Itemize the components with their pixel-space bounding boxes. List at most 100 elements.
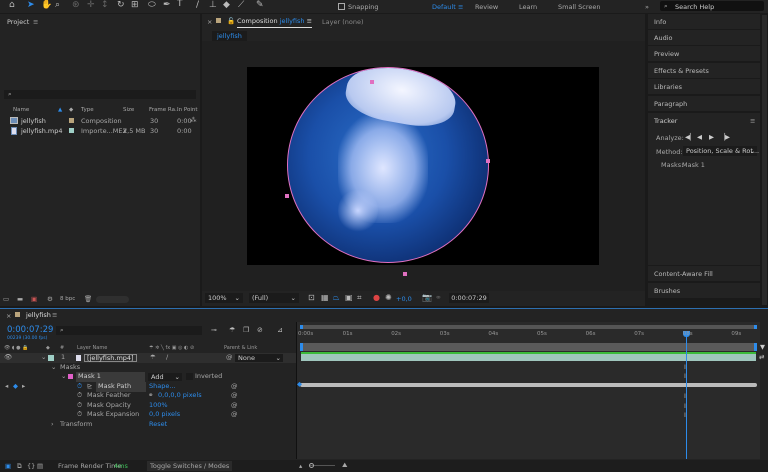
anchor-tool-icon[interactable]: ⊞ — [131, 1, 139, 10]
mask-vertex-right[interactable] — [486, 159, 490, 163]
channels-icon[interactable]: ● — [373, 294, 380, 302]
search-help-input[interactable]: ⌕ Search Help — [660, 1, 764, 11]
work-area-bar[interactable] — [300, 343, 757, 351]
time-graph[interactable]: I I ◆ I I I — [296, 322, 760, 459]
workspace-learn[interactable]: Learn — [519, 3, 537, 11]
eraser-tool-icon[interactable]: ◆ — [223, 1, 230, 10]
text-tool-icon[interactable]: T — [177, 0, 183, 9]
project-search-input[interactable]: ⌕ — [4, 90, 196, 99]
flowchart-icon[interactable]: ⁂ — [190, 116, 197, 124]
in-out-icon[interactable]: {} — [27, 462, 35, 470]
project-item-jellyfish[interactable]: jellyfish Composition 30 0:00 ⁂ — [0, 116, 200, 126]
settings-icon[interactable]: ⚙ — [47, 295, 53, 303]
analyze-backward-icon[interactable]: ◀▏ — [685, 133, 695, 141]
interpret-footage-icon[interactable]: ▭ — [3, 295, 9, 303]
col-name[interactable]: Name — [13, 107, 29, 113]
clone-stamp-icon[interactable]: ⊥ — [209, 1, 217, 10]
layer-label-swatch[interactable] — [48, 355, 54, 361]
ellipse-tool-icon[interactable]: ⬭ — [148, 1, 156, 10]
layer-switches-icon[interactable]: ▣ — [5, 462, 11, 470]
zoom-in-icon[interactable]: ⛰ — [342, 461, 347, 470]
new-folder-icon[interactable]: ▬ — [17, 295, 23, 303]
hand-tool-icon[interactable]: ✋ — [41, 1, 52, 10]
brush-tool-icon[interactable]: / — [196, 1, 199, 10]
work-area-navigator[interactable] — [300, 325, 757, 329]
frame-blending-icon[interactable]: ❐ — [243, 327, 249, 334]
show-snapshot-icon[interactable]: ⚭ — [435, 294, 442, 302]
timeline-search-input[interactable]: ⌕ — [56, 326, 202, 335]
right-scrollbar[interactable] — [762, 15, 767, 305]
col-size[interactable]: Size — [123, 107, 134, 113]
playhead[interactable] — [683, 331, 691, 459]
snapshot-icon[interactable]: 📷 — [422, 294, 432, 302]
zoom-out-icon[interactable]: ▴ — [299, 462, 302, 470]
layer-duration-bar[interactable] — [301, 352, 756, 361]
mask-path-keyframe-bar[interactable] — [300, 383, 757, 387]
mask-expansion-row[interactable]: ⏱ Mask Expansion 0,0 pixels @ — [0, 410, 296, 420]
comp-timecode[interactable]: 0:00:07:29 — [449, 293, 489, 303]
comp-button-icon[interactable]: ⇄ — [759, 353, 764, 361]
tab-layer[interactable]: Layer (none) — [322, 18, 363, 26]
panel-paragraph[interactable]: Paragraph — [648, 96, 760, 112]
shy-switch-icon[interactable]: ☂ — [150, 353, 156, 363]
close-tab-icon[interactable]: × — [207, 18, 212, 26]
snapping-checkbox[interactable] — [338, 3, 345, 10]
pickwhip-icon[interactable]: @ — [231, 391, 238, 401]
region-of-interest-icon[interactable]: ⊡ — [308, 294, 315, 302]
prop-value[interactable]: 0,0 pixels — [149, 410, 180, 420]
panel-brushes[interactable]: Brushes — [648, 283, 760, 299]
col-framerate[interactable]: Frame Ra... — [149, 107, 180, 113]
transparency-grid-icon[interactable]: ▦ — [321, 294, 329, 302]
puppet-pin-icon[interactable]: ✎ — [256, 1, 264, 10]
mask-color-swatch[interactable] — [68, 374, 73, 379]
mask-feather-row[interactable]: ⏱ Mask Feather ⚭ 0,0,0,0 pixels @ — [0, 391, 296, 401]
panel-info[interactable]: Info — [648, 14, 760, 30]
orbit-tool-icon[interactable]: ⊛ — [72, 1, 80, 10]
dolly-tool-icon[interactable]: ↕ — [101, 1, 109, 10]
project-item-jellyfish-mp4[interactable]: jellyfish.mp4 Importe...MEX 2,5 MB 30 0:… — [0, 126, 200, 136]
transfer-controls-icon[interactable]: ⧉ — [17, 462, 22, 471]
motion-blur-icon[interactable]: ⊘ — [257, 327, 263, 334]
col-parent[interactable]: Parent & Link — [224, 344, 257, 353]
grid-icon[interactable]: ⌗ — [357, 294, 362, 302]
pan-tool-icon[interactable]: ✛ — [87, 1, 95, 10]
mask-mode-dropdown[interactable]: Add ⌄ — [148, 373, 182, 381]
time-zoom-handle[interactable] — [309, 463, 314, 468]
rotate-tool-icon[interactable]: ↻ — [117, 1, 125, 10]
expand-chevron-icon[interactable]: ⌄ — [61, 372, 66, 382]
reset-link[interactable]: Reset — [149, 420, 167, 430]
mask-name[interactable]: Mask 1 — [76, 372, 145, 382]
col-type[interactable]: Type — [81, 107, 94, 113]
comp-flowchart-icon[interactable]: ⊸ — [211, 327, 217, 334]
panel-effects-presets[interactable]: Effects & Presets — [648, 63, 760, 79]
graph-editor-icon[interactable]: ⊿ — [277, 327, 283, 334]
col-inpoint[interactable]: In Point — [177, 107, 198, 113]
guides-icon[interactable]: ▣ — [345, 294, 353, 302]
exposure-reset-icon[interactable]: ✺ — [385, 294, 392, 302]
exposure-value[interactable]: +0,0 — [396, 295, 412, 303]
stopwatch-icon[interactable]: ⏱ — [77, 391, 82, 401]
method-dropdown[interactable]: Position, Scale & Rot... ⌄ — [683, 146, 759, 156]
mask1-row[interactable]: ⌄ Mask 1 Add ⌄ Inverted — [0, 372, 296, 382]
resolution-dropdown[interactable]: (Full) ⌄ — [249, 293, 299, 303]
parent-dropdown[interactable]: None ⌄ — [235, 354, 283, 362]
comp-subtab[interactable]: jellyfish — [212, 31, 247, 41]
layer-name[interactable]: [jellyfish.mp4] — [84, 354, 137, 362]
analyze-forward-icon[interactable]: ▕▶ — [720, 133, 730, 141]
prop-value[interactable]: 0,0,0,0 pixels — [158, 391, 202, 401]
selection-tool-icon[interactable]: ➤ — [27, 1, 35, 10]
viewer-area[interactable] — [202, 41, 645, 291]
trash-icon[interactable]: 🗑 — [84, 295, 92, 303]
panel-preview[interactable]: Preview — [648, 46, 760, 62]
comp-marker-icon[interactable]: ▼ — [760, 343, 765, 351]
home-icon[interactable]: ⌂ — [9, 1, 15, 10]
keyframe-diamond[interactable]: ◆ — [297, 380, 302, 388]
pen-tool-icon[interactable]: ✒ — [163, 1, 171, 10]
workspace-default[interactable]: Default — [432, 3, 456, 11]
constrain-link-icon[interactable]: ⚭ — [148, 391, 153, 401]
zoom-dropdown[interactable]: 100% ⌄ — [205, 293, 243, 303]
timeline-tab-menu-icon[interactable]: ≡ — [52, 311, 57, 319]
workspace-review[interactable]: Review — [475, 3, 498, 11]
render-time-icon[interactable]: ▤ — [37, 462, 43, 470]
comp-canvas[interactable] — [247, 67, 599, 276]
